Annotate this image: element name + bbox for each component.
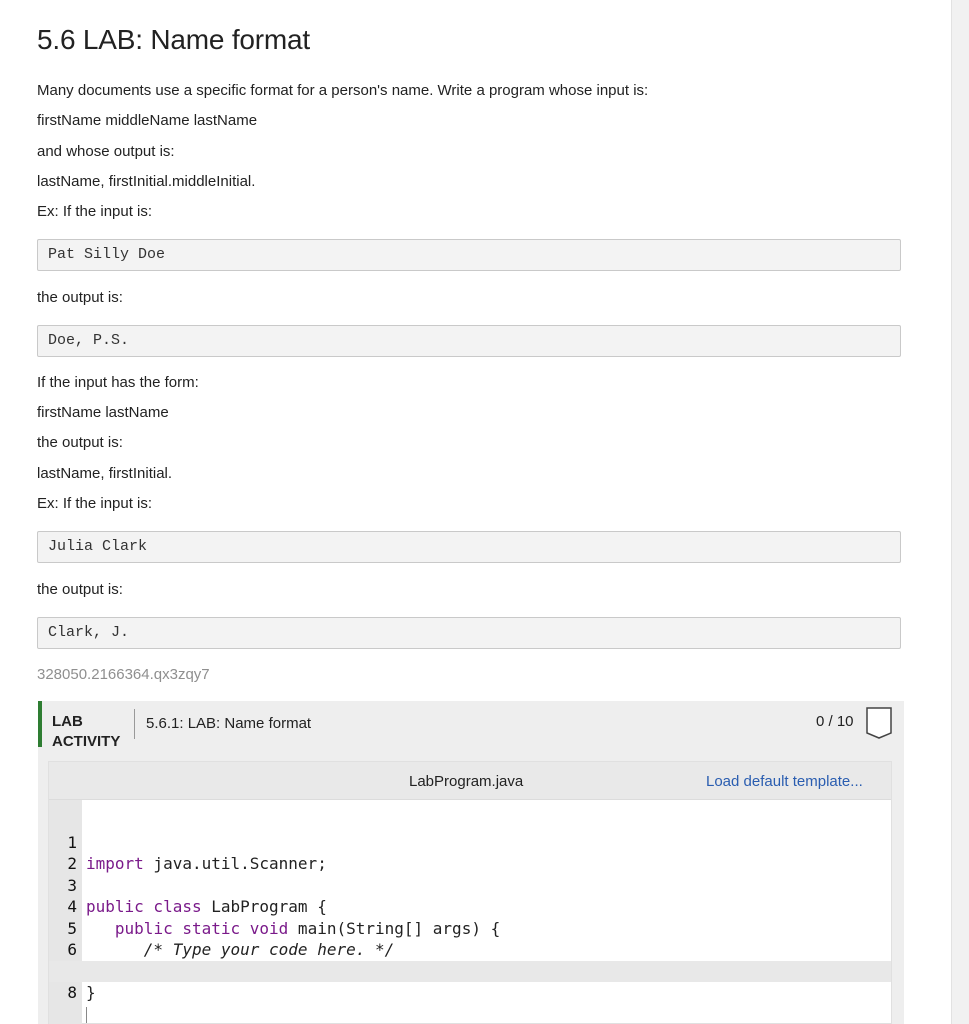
code-line[interactable]: 1 import java.util.Scanner; xyxy=(49,810,891,874)
label-divider xyxy=(134,709,135,739)
file-name: LabProgram.java xyxy=(409,773,524,790)
lab-activity-panel: LAB ACTIVITY 5.6.1: LAB: Name format 0 /… xyxy=(38,701,904,1024)
code-line[interactable]: 7 } xyxy=(49,939,891,1003)
output-is-2: the output is: xyxy=(37,434,123,451)
editor-header: LabProgram.java Load default template... xyxy=(49,762,891,800)
output-intro: and whose output is: xyxy=(37,143,175,160)
lab-accent-bar xyxy=(38,701,42,747)
lab-title: 5.6.1: LAB: Name format xyxy=(146,715,312,732)
score-text: 0 / 10 xyxy=(816,713,854,730)
line-text xyxy=(86,1004,87,1024)
example-intro-2: Ex: If the input is: xyxy=(37,495,153,512)
example-input-2: Julia Clark xyxy=(37,531,901,563)
lab-label-line2: ACTIVITY xyxy=(52,733,121,750)
line-number: 8 xyxy=(67,983,77,1002)
input-form-2: firstName lastName xyxy=(37,404,169,421)
text-cursor xyxy=(86,1007,87,1023)
code-line[interactable]: 2 xyxy=(49,832,891,873)
load-default-template-link[interactable]: Load default template... xyxy=(706,773,863,790)
example-intro-1: Ex: If the input is: xyxy=(37,203,153,220)
code-lines[interactable]: 1 import java.util.Scanner; 2 3 public c… xyxy=(49,810,891,1023)
page-scrollbar[interactable] xyxy=(951,0,969,1024)
page-title: 5.6 LAB: Name format xyxy=(37,24,311,55)
output-form-2: lastName, firstInitial. xyxy=(37,465,173,482)
output-is-3: the output is: xyxy=(37,581,123,598)
code-line[interactable]: 6 } xyxy=(49,918,891,981)
code-line[interactable]: 5 /* Type your code here. */ xyxy=(49,896,891,960)
activity-id: 328050.2166364.qx3zqy7 xyxy=(37,666,210,683)
intro-text: Many documents use a specific format for… xyxy=(37,82,649,99)
code-line-active[interactable]: 8 xyxy=(49,960,891,1023)
form-intro: If the input has the form: xyxy=(37,374,199,391)
score-badge-icon xyxy=(866,707,892,739)
code-editor[interactable]: LabProgram.java Load default template...… xyxy=(48,761,892,1024)
code-line[interactable]: 4 public static void main(String[] args)… xyxy=(49,875,891,938)
output-form-1: lastName, firstInitial.middleInitial. xyxy=(37,173,256,190)
lab-activity-label: LAB ACTIVITY xyxy=(52,712,120,752)
example-output-2: Clark, J. xyxy=(37,617,901,649)
code-line[interactable]: 3 public class LabProgram { xyxy=(49,853,891,917)
lab-label-line1: LAB xyxy=(52,713,83,730)
example-input-1: Pat Silly Doe xyxy=(37,239,901,271)
input-form-1: firstName middleName lastName xyxy=(37,112,258,129)
output-is-1: the output is: xyxy=(37,289,123,306)
example-output-1: Doe, P.S. xyxy=(37,325,901,357)
